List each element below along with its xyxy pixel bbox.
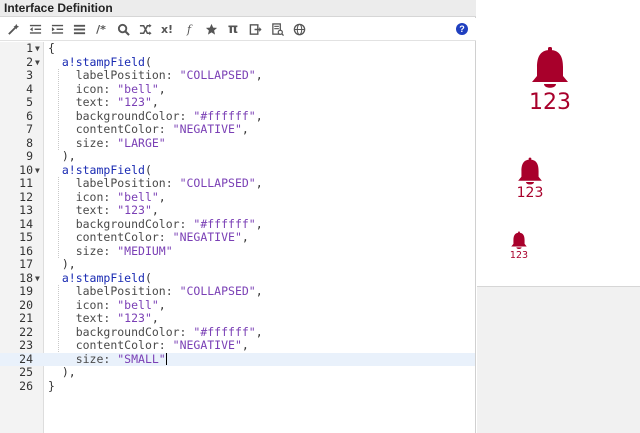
outdent-icon[interactable] <box>26 21 44 38</box>
bell-icon <box>532 47 568 88</box>
star-icon[interactable] <box>202 21 220 38</box>
code-editor[interactable]: 1 ▼{ 2 ▼ a!stampField( 3 labelPosition: "C… <box>0 41 475 433</box>
panel-title: Interface Definition <box>0 0 476 17</box>
code-line: 15 contentColor: "NEGATIVE", <box>19 230 249 244</box>
interface-definition-panel: Interface Definition /* x! 𝑓 π ? 1 ▼ {2… <box>0 0 476 433</box>
code-line: 6 backgroundColor: "#ffffff", <box>26 108 263 123</box>
stamp-text: 123 <box>516 185 544 201</box>
fold-arrow-icon: ▼ <box>35 165 40 175</box>
code-line: 17 ), <box>19 257 76 271</box>
code-line: 19 labelPosition: "COLLAPSED", <box>19 284 263 298</box>
code-line: 12 icon: "bell", <box>19 189 166 204</box>
preview-card: 123 123 123 <box>477 0 640 287</box>
code-line-active: 24 size: "SMALL" <box>0 352 475 366</box>
code-line: 5 text: "123", <box>26 95 159 109</box>
fx-icon[interactable]: 𝑓 <box>180 21 198 38</box>
help-icon[interactable]: ? <box>456 23 468 35</box>
code-line: 9 ), <box>26 149 76 163</box>
pi-icon[interactable]: π <box>224 21 242 38</box>
code-line: 13 text: "123", <box>19 203 159 217</box>
code-line: 4 icon: "bell", <box>26 81 166 96</box>
code-line: 18 ▼ a!stampField( <box>19 270 152 285</box>
code-line: 20 icon: "bell", <box>19 297 166 312</box>
code-line: 3 labelPosition: "COLLAPSED", <box>26 68 263 82</box>
code-line: 10 ▼ a!stampField( <box>19 162 152 177</box>
code-line: 22 backgroundColor: "#ffffff", <box>19 324 263 339</box>
expression-icon[interactable]: x! <box>158 21 176 38</box>
code-line: 14 backgroundColor: "#ffffff", <box>19 216 263 231</box>
preview-panel: 123 123 123 <box>477 0 640 433</box>
fold-arrow-icon: ▼ <box>35 273 40 283</box>
text-caret <box>165 352 167 365</box>
code-line: 7 contentColor: "NEGATIVE", <box>26 122 249 136</box>
stamp-text: 123 <box>529 90 571 115</box>
comment-icon[interactable]: /* <box>92 21 110 38</box>
stamp-text: 123 <box>509 250 529 261</box>
indent-icon[interactable] <box>48 21 66 38</box>
fold-arrow-icon: ▼ <box>35 44 40 53</box>
bell-icon <box>511 231 527 249</box>
code-line: 8 size: "LARGE" <box>26 135 166 150</box>
editor-toolbar: /* x! 𝑓 π ? <box>0 18 476 41</box>
stamp-large: 123 <box>525 46 575 115</box>
code-line: 16 size: "MEDIUM" <box>19 243 173 258</box>
code-line: 23 contentColor: "NEGATIVE", <box>19 338 249 352</box>
code-line: 26} <box>19 378 55 393</box>
globe-icon[interactable] <box>290 21 308 38</box>
list-icon[interactable] <box>70 21 88 38</box>
search-icon[interactable] <box>114 21 132 38</box>
shuffle-icon[interactable] <box>136 21 154 38</box>
stamp-medium: 123 <box>513 157 547 201</box>
code-line: 2 ▼ a!stampField( <box>26 54 152 69</box>
magic-wand-icon[interactable] <box>4 21 22 38</box>
database-icon[interactable] <box>268 21 286 38</box>
code-line: 25 ), <box>19 365 76 379</box>
code-line: 1 ▼{ <box>26 41 55 55</box>
stamp-small: 123 <box>507 231 531 261</box>
code-line: 11 labelPosition: "COLLAPSED", <box>19 176 263 190</box>
export-icon[interactable] <box>246 21 264 38</box>
code-lines: 1 ▼{ 2 ▼ a!stampField( 3 labelPosition: "C… <box>0 41 475 393</box>
fold-arrow-icon: ▼ <box>35 57 40 67</box>
code-line: 21 text: "123", <box>19 311 159 325</box>
bell-icon <box>518 157 542 185</box>
